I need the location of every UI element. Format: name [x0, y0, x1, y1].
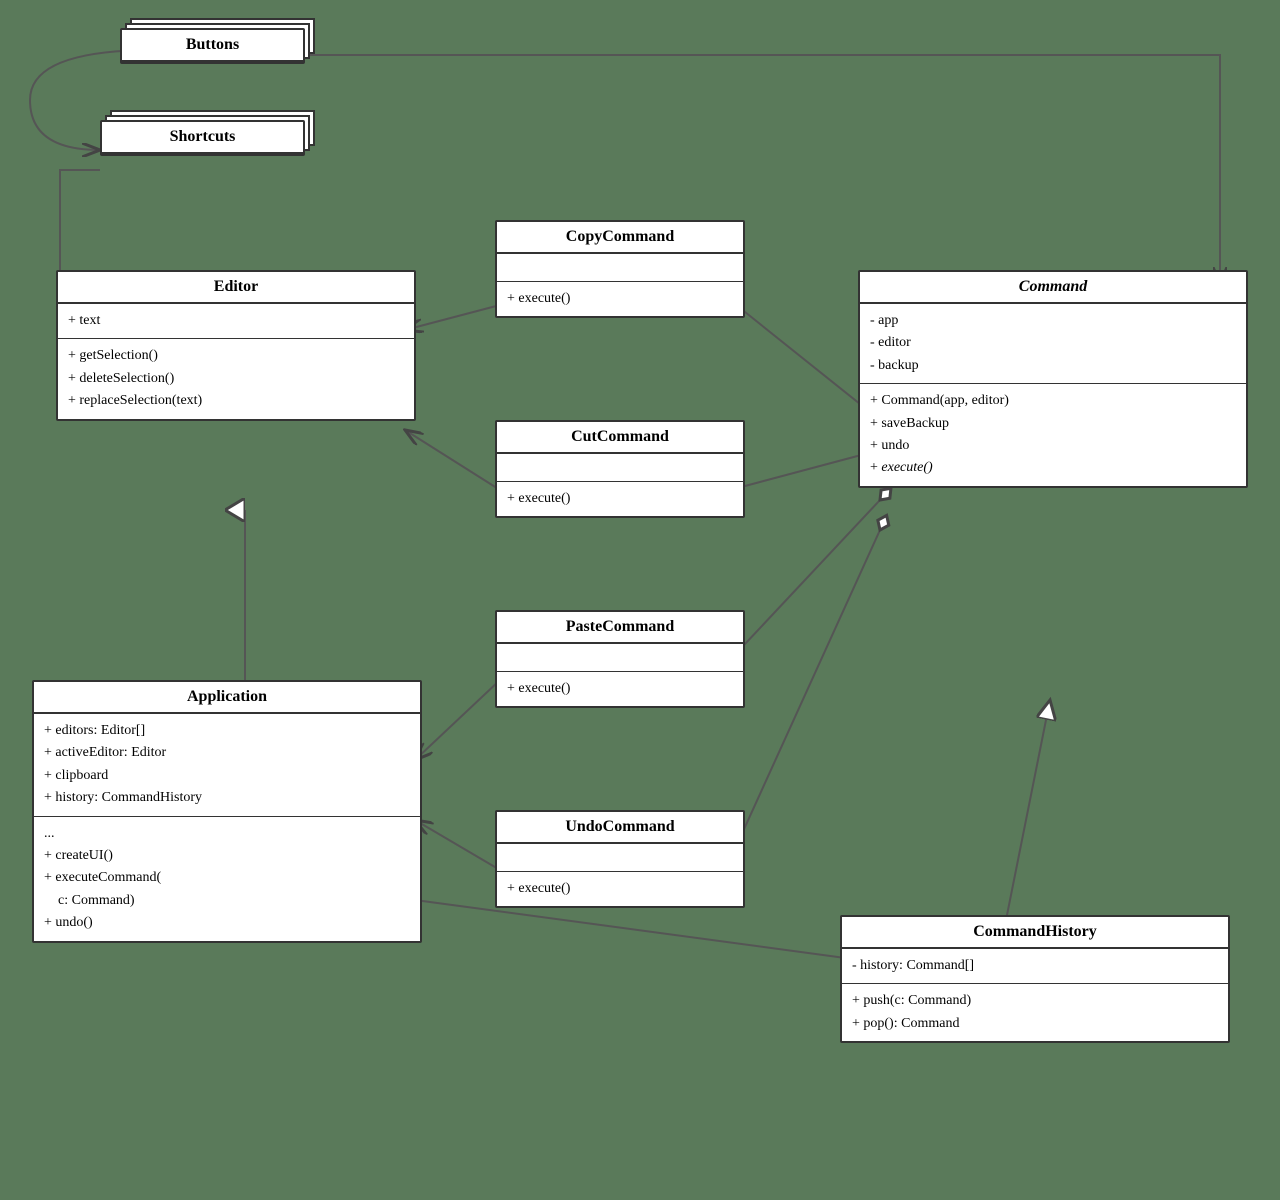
copy-command-section2: + execute()	[497, 282, 743, 316]
undo-command-section2: + execute()	[497, 872, 743, 906]
command-section1: - app - editor - backup	[860, 304, 1246, 384]
undo-command-header: UndoCommand	[497, 812, 743, 844]
editor-header: Editor	[58, 272, 414, 304]
shortcuts-box: Shortcuts	[100, 120, 305, 156]
application-section2: ... + createUI() + executeCommand( c: Co…	[34, 817, 420, 941]
paste-command-header: PasteCommand	[497, 612, 743, 644]
editor-section2: + getSelection() + deleteSelection() + r…	[58, 339, 414, 418]
undo-command-section1	[497, 844, 743, 872]
cut-command-header: CutCommand	[497, 422, 743, 454]
copy-command-header: CopyCommand	[497, 222, 743, 254]
command-history-section2: + push(c: Command) + pop(): Command	[842, 984, 1228, 1041]
paste-command-section2: + execute()	[497, 672, 743, 706]
editor-box: Editor + text + getSelection() + deleteS…	[56, 270, 416, 421]
command-history-section1: - history: Command[]	[842, 949, 1228, 984]
command-header: Command	[860, 272, 1246, 304]
editor-section1: + text	[58, 304, 414, 339]
paste-command-section1	[497, 644, 743, 672]
command-history-header: CommandHistory	[842, 917, 1228, 949]
application-section1: + editors: Editor[] + activeEditor: Edit…	[34, 714, 420, 817]
cut-command-section2: + execute()	[497, 482, 743, 516]
application-header: Application	[34, 682, 420, 714]
command-history-box: CommandHistory - history: Command[] + pu…	[840, 915, 1230, 1043]
cut-command-box: CutCommand + execute()	[495, 420, 745, 518]
cut-command-section1	[497, 454, 743, 482]
buttons-header: Buttons	[122, 30, 303, 62]
copy-command-box: CopyCommand + execute()	[495, 220, 745, 318]
buttons-box: Buttons	[120, 28, 305, 64]
copy-command-section1	[497, 254, 743, 282]
command-box: Command - app - editor - backup + Comman…	[858, 270, 1248, 488]
paste-command-box: PasteCommand + execute()	[495, 610, 745, 708]
undo-command-box: UndoCommand + execute()	[495, 810, 745, 908]
command-section2: + Command(app, editor) + saveBackup + un…	[860, 384, 1246, 486]
application-box: Application + editors: Editor[] + active…	[32, 680, 422, 943]
shortcuts-header: Shortcuts	[102, 122, 303, 154]
